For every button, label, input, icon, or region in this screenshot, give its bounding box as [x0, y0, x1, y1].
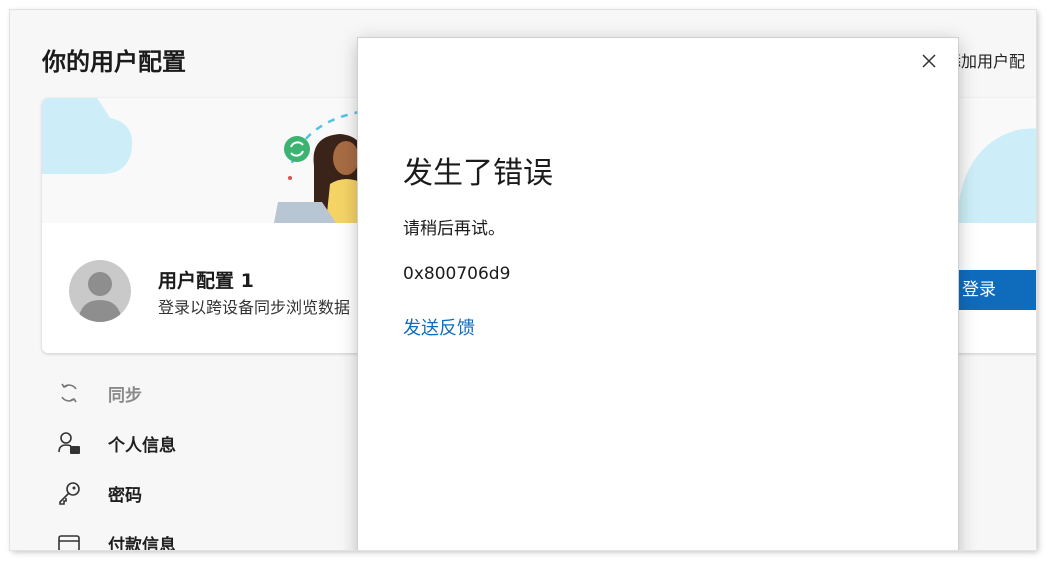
send-feedback-link[interactable]: 发送反馈: [403, 314, 475, 340]
dialog-title: 发生了错误: [403, 156, 553, 191]
error-code: 0x800706d9: [403, 264, 511, 284]
cloud-left-shape: [42, 98, 133, 174]
page-title: 你的用户配置: [42, 48, 186, 76]
close-icon: [922, 54, 936, 68]
avatar: [69, 260, 131, 322]
dialog-message: 请稍后再试。: [403, 219, 505, 239]
nav-item-label: 个人信息: [108, 436, 176, 456]
payment-card-icon: [58, 535, 80, 550]
nav-item-label: 同步: [108, 386, 142, 406]
person-face: [333, 141, 359, 175]
nav-item-label: 密码: [108, 486, 142, 506]
close-button[interactable]: [916, 48, 942, 74]
settings-window: 你的用户配置 添加用户配 用户配置 1 登录以跨设备同步浏览数据 登录 同步 个…: [10, 10, 1036, 550]
nav-item-personal-info[interactable]: 个人信息: [52, 428, 352, 458]
nav-item-payment[interactable]: 付款信息: [52, 528, 352, 550]
nav-item-sync[interactable]: 同步: [52, 378, 352, 408]
cloud-right-shape: [957, 128, 1036, 223]
avatar-person-icon: [78, 272, 122, 322]
red-dot: [288, 176, 292, 180]
sync-badge-circle: [284, 136, 310, 162]
error-dialog: 发生了错误 请稍后再试。 0x800706d9 发送反馈: [358, 38, 958, 550]
profile-name: 用户配置 1: [158, 270, 254, 292]
key-icon: [59, 482, 80, 505]
nav-item-password[interactable]: 密码: [52, 478, 352, 508]
personal-info-icon: [58, 432, 80, 454]
sync-icon: [61, 383, 77, 403]
profile-description: 登录以跨设备同步浏览数据: [158, 298, 351, 317]
nav-item-label: 付款信息: [108, 536, 176, 550]
